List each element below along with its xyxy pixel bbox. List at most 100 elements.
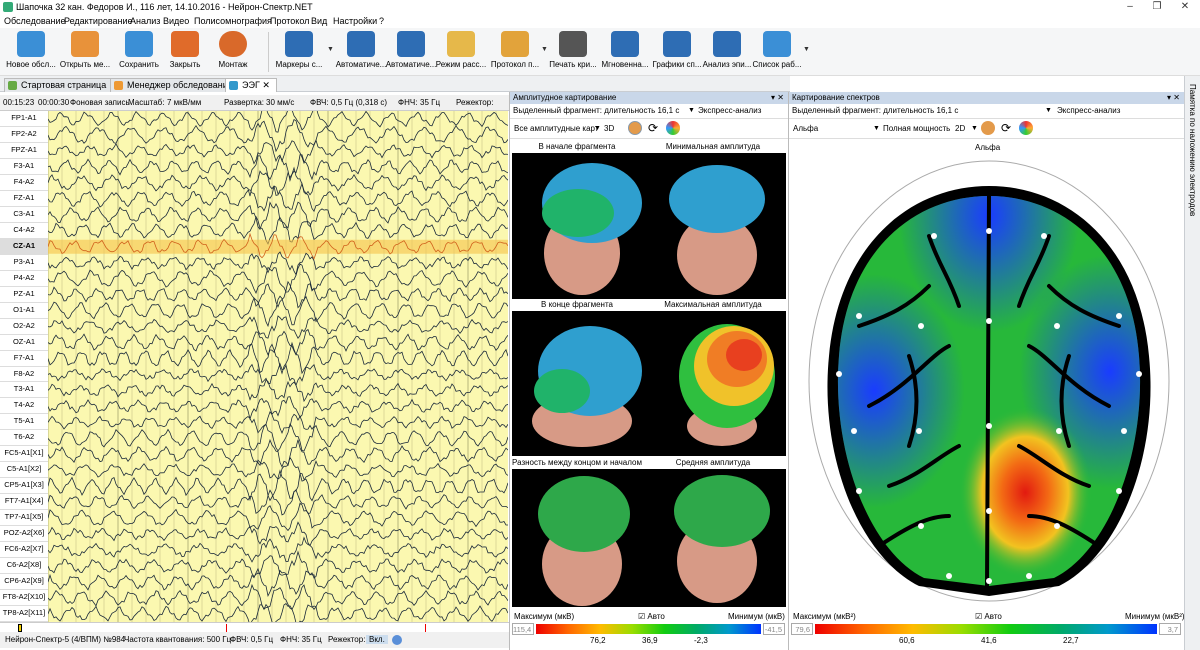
close-window-button[interactable]: ✕ [1171,0,1199,14]
channel-label[interactable]: P3-A1 [0,255,48,271]
amp-maps-select[interactable]: Все амплитудные карт [514,122,598,136]
record-mode-select[interactable]: Фоновая запись [70,98,130,107]
channel-label[interactable]: CP6-A2[X9] [0,574,48,591]
chevron-down-icon[interactable]: ▼ [688,104,695,118]
amp-auto-checkbox[interactable]: ☑ Авто [638,612,665,621]
chevron-down-icon[interactable]: ▼ [971,122,978,136]
channel-label[interactable]: TP7-A1[X5] [0,510,48,527]
protocol-button[interactable]: Протокол п... [488,30,542,74]
channel-label[interactable]: F4-A2 [0,175,48,191]
chevron-down-icon[interactable]: ▼ [594,122,601,136]
markers-button[interactable]: Маркеры с... [272,30,326,74]
channel-label[interactable]: C3-A1 [0,207,48,223]
channel-label[interactable]: FP1-A1 [0,111,48,127]
chevron-down-icon[interactable]: ▼ [873,122,880,136]
color-map-icon[interactable] [1019,121,1033,135]
spec-fragment-select[interactable]: Выделенный фрагмент: длительность 16,1 с [792,104,958,118]
channel-label[interactable]: C6-A2[X8] [0,558,48,575]
menu-item-analysis[interactable]: Анализ [130,16,160,26]
open-button[interactable]: Открыть ме... [58,30,112,74]
channel-label[interactable]: CZ-A1 [0,238,48,255]
channel-label[interactable]: FC5-A1[X1] [0,446,48,463]
amp-fragment-select[interactable]: Выделенный фрагмент: длительность 16,1 с [513,104,679,118]
hpf-select[interactable]: 0,5 Гц (0,318 с) [331,98,387,107]
channel-label[interactable]: POZ-A2[X6] [0,526,48,543]
amp-max-input[interactable]: 115,4 [512,623,534,635]
menu-item-protocol[interactable]: Протокол [270,16,309,26]
notch-on-toggle[interactable]: Вкл. [366,635,388,644]
spectrum-graphs-button[interactable]: Графики сп... [650,30,704,74]
channel-label[interactable]: F3-A1 [0,159,48,175]
refresh-icon[interactable]: ⟳ [1001,121,1011,135]
chevron-down-icon[interactable]: ▼ [1045,104,1052,118]
lpf-select[interactable]: 35 Гц [420,98,440,107]
pin-icon[interactable]: ▾ ✕ [771,92,784,104]
channel-label[interactable]: F7-A1 [0,351,48,367]
spec-view-mode-select[interactable]: 2D [955,122,965,136]
amp-express-select[interactable]: Экспресс-анализ [698,104,761,118]
channel-label[interactable]: FP2-A2 [0,127,48,143]
channel-label[interactable]: FC6-A2[X7] [0,542,48,559]
channel-label[interactable]: T6-A2 [0,430,48,447]
channel-label[interactable]: T5-A1 [0,414,48,431]
channel-label[interactable]: FPZ-A1 [0,143,48,159]
menu-item-video[interactable]: Видео [163,16,189,26]
sweep-select[interactable]: 30 мм/с [266,98,294,107]
channel-label[interactable]: P4-A2 [0,271,48,287]
menu-item-polysomnography[interactable]: Полисомнография [194,16,272,26]
view-mode-button[interactable]: Режим расс... [434,30,488,74]
power-select[interactable]: Полная мощность [883,122,950,136]
electrode-guide-strip[interactable]: Памятка по наложению электродов [1184,76,1200,650]
auto-analysis-button-1[interactable]: Автоматиче... [334,30,388,74]
channel-label[interactable]: C4-A2 [0,223,48,239]
tab-exam-manager[interactable]: Менеджер обследований [110,78,240,92]
channel-label[interactable]: FZ-A1 [0,191,48,207]
menu-item-examination[interactable]: Обследование [4,16,66,26]
new-exam-button[interactable]: Новое обсл... [4,30,58,74]
pin-icon[interactable]: ▾ ✕ [1167,92,1180,104]
channel-label[interactable]: CP5-A1[X3] [0,478,48,495]
refresh-icon[interactable]: ⟳ [648,121,658,135]
menu-item-help[interactable]: ? [379,16,384,26]
amp-min-input[interactable]: -41,5 [763,623,785,635]
band-select[interactable]: Альфа [793,122,818,136]
print-curves-button[interactable]: Печать кри... [546,30,600,74]
spec-express-select[interactable]: Экспресс-анализ [1057,104,1120,118]
spec-max-input[interactable]: 79,6 [791,623,813,635]
channel-label[interactable]: C5-A1[X2] [0,462,48,479]
channel-label[interactable]: O1-A1 [0,303,48,319]
channel-label[interactable]: F8-A2 [0,367,48,383]
tab-eeg[interactable]: ЭЭГ ✕ [225,78,277,92]
auto-analysis-button-2[interactable]: Автоматиче... [384,30,438,74]
instant-map-button[interactable]: Мгновенна... [598,30,652,74]
channel-label[interactable]: PZ-A1 [0,287,48,303]
chevron-down-icon[interactable]: ▼ [327,46,334,53]
color-map-icon[interactable] [666,121,680,135]
spec-auto-checkbox[interactable]: ☑ Авто [975,612,1002,621]
scale-select[interactable]: 7 мкВ/мм [167,98,201,107]
channel-label[interactable]: T3-A1 [0,382,48,399]
user-icon[interactable] [392,635,402,645]
channel-label[interactable]: OZ-A1 [0,335,48,351]
menu-item-settings[interactable]: Настройки [333,16,377,26]
channel-label[interactable]: FT7-A1[X4] [0,494,48,511]
eeg-timeline-scrollbar[interactable] [0,622,509,632]
head-icon[interactable] [981,121,995,135]
menu-item-edit[interactable]: Редактирование [64,16,133,26]
channel-label[interactable]: O2-A2 [0,319,48,335]
tab-start-page[interactable]: Стартовая страница [4,78,114,92]
amp-view-mode-select[interactable]: 3D [604,122,614,136]
eeg-trace-area[interactable] [47,103,509,627]
head-icon[interactable] [628,121,642,135]
channel-label[interactable]: FT8-A2[X10] [0,590,48,607]
menu-item-view[interactable]: Вид [311,16,327,26]
channel-label[interactable]: TP8-A2[X11] [0,606,48,622]
epi-analysis-button[interactable]: Анализ эпи... [700,30,754,74]
maximize-button[interactable]: ❐ [1143,0,1171,14]
timeline-cursor[interactable] [18,624,22,632]
montage-button[interactable]: Монтаж [206,30,260,74]
chevron-down-icon[interactable]: ▼ [803,46,810,53]
spec-min-input[interactable]: 3,7 [1159,623,1181,635]
channel-label[interactable]: T4-A2 [0,398,48,415]
minimize-button[interactable]: – [1116,0,1144,14]
